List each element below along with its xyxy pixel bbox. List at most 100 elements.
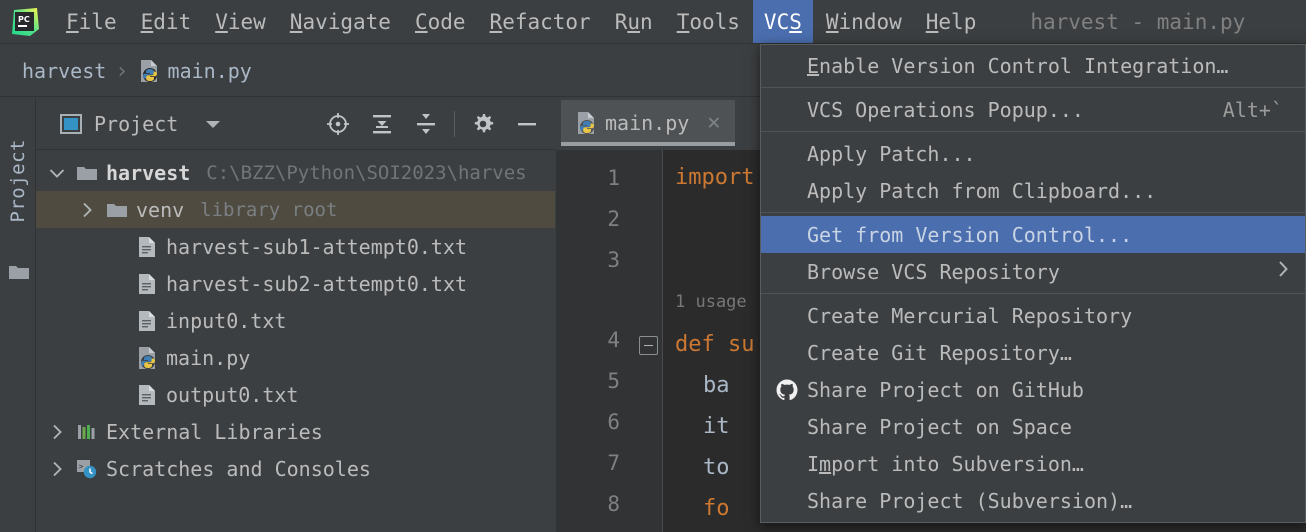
- breadcrumb-project[interactable]: harvest: [22, 59, 106, 83]
- menu-item-label: VCS Operations Popup...: [807, 97, 1084, 122]
- pycharm-logo-icon: PC: [10, 7, 40, 37]
- menu-tools[interactable]: Tools: [666, 5, 751, 39]
- toolwindow-strip: Project: [0, 98, 36, 532]
- line-number: 6: [607, 410, 620, 434]
- menu-window[interactable]: Window: [815, 5, 913, 39]
- tree-row-file[interactable]: harvest-sub2-attempt0.txt: [36, 265, 555, 302]
- project-panel: Project harvest C:\BZZ\Python\SOI2023\ha…: [36, 98, 555, 532]
- menu-code[interactable]: Code: [404, 5, 477, 39]
- menu-item-label: Share Project on GitHub: [807, 377, 1084, 402]
- menu-item-get-from-version-control[interactable]: Get from Version Control...: [761, 216, 1305, 253]
- code-fold-toggle[interactable]: [639, 336, 658, 355]
- tree-label: harvest: [106, 160, 191, 185]
- tree-label: input0.txt: [166, 308, 287, 333]
- menu-item-share-project-on-space[interactable]: Share Project on Space: [761, 408, 1305, 445]
- menu-help[interactable]: Help: [915, 5, 988, 39]
- chevron-down-icon[interactable]: [42, 168, 72, 178]
- tree-row-venv[interactable]: venv library root: [36, 191, 555, 228]
- tree-row-file[interactable]: harvest-sub1-attempt0.txt: [36, 228, 555, 265]
- code-line: fo: [703, 496, 730, 521]
- usage-hint: 1 usage: [675, 292, 747, 312]
- code-line: ba: [703, 373, 730, 398]
- menu-item-vcs-operations-popup[interactable]: VCS Operations Popup... Alt+`: [761, 91, 1305, 128]
- line-number: 8: [607, 492, 620, 516]
- scratches-icon: >: [72, 458, 102, 480]
- text-file-icon: [132, 310, 162, 332]
- text-file-icon: [132, 384, 162, 406]
- line-number: 5: [607, 369, 620, 393]
- menu-item-apply-patch[interactable]: Apply Patch...: [761, 135, 1305, 172]
- menu-vcs[interactable]: VCS: [752, 0, 813, 44]
- menu-separator: [761, 212, 1305, 213]
- menu-item-label: Create Git Repository…: [807, 340, 1072, 365]
- menu-item-create-mercurial-repository[interactable]: Create Mercurial Repository: [761, 297, 1305, 334]
- menu-separator: [761, 87, 1305, 88]
- menu-item-browse-vcs-repository[interactable]: Browse VCS Repository: [761, 253, 1305, 290]
- menu-item-label: Create Mercurial Repository: [807, 303, 1133, 328]
- chevron-right-icon[interactable]: [42, 461, 72, 477]
- tree-row-file[interactable]: output0.txt: [36, 376, 555, 413]
- folder-icon[interactable]: [8, 263, 30, 285]
- chevron-right-icon[interactable]: [72, 202, 102, 218]
- toolwindow-tab-project[interactable]: Project: [0, 106, 36, 256]
- text-file-icon: [132, 236, 162, 258]
- menu-item-apply-patch-from-clipboard[interactable]: Apply Patch from Clipboard...: [761, 172, 1305, 209]
- python-file-icon: [575, 111, 597, 135]
- menu-item-label: Apply Patch from Clipboard...: [807, 178, 1157, 203]
- project-panel-header: Project: [36, 98, 555, 150]
- code-line: import: [675, 165, 755, 190]
- close-icon[interactable]: ✕: [707, 112, 720, 134]
- github-icon: [775, 378, 799, 402]
- tree-detail: C:\BZZ\Python\SOI2023\harves: [206, 161, 527, 184]
- menu-run[interactable]: Run: [604, 5, 664, 39]
- project-tree: harvest C:\BZZ\Python\SOI2023\harves ven…: [36, 150, 555, 487]
- menu-item-label: Apply Patch...: [807, 141, 976, 166]
- text-file-icon: [132, 273, 162, 295]
- tree-label: output0.txt: [166, 382, 299, 407]
- tree-label: venv: [136, 197, 185, 222]
- menu-refactor[interactable]: Refactor: [479, 5, 602, 39]
- tree-row-scratches[interactable]: > Scratches and Consoles: [36, 450, 555, 487]
- menu-item-label: Share Project on Space: [807, 414, 1072, 439]
- menu-item-enable-version-control[interactable]: Enable Version Control Integration…: [761, 47, 1305, 84]
- menu-separator: [761, 131, 1305, 132]
- python-file-icon: [132, 346, 162, 370]
- code-line: def su: [675, 332, 755, 357]
- menu-item-share-project-on-github[interactable]: Share Project on GitHub: [761, 371, 1305, 408]
- breadcrumb-separator: ›: [115, 58, 129, 84]
- chevron-right-icon[interactable]: [42, 424, 72, 440]
- menu-file[interactable]: File: [55, 5, 128, 39]
- menu-item-label: Share Project (Subversion)…: [807, 488, 1133, 513]
- gear-icon[interactable]: [466, 107, 500, 141]
- project-panel-toolbar: [316, 107, 555, 141]
- tree-row-file[interactable]: input0.txt: [36, 302, 555, 339]
- tree-label: Scratches and Consoles: [106, 456, 371, 481]
- breadcrumb-file[interactable]: main.py: [168, 59, 252, 83]
- tree-label: main.py: [166, 345, 251, 370]
- window-title: harvest - main.py: [1030, 10, 1246, 34]
- menu-item-import-into-subversion[interactable]: Import into Subversion…: [761, 445, 1305, 482]
- expand-all-icon[interactable]: [365, 107, 399, 141]
- folder-icon: [102, 201, 132, 219]
- project-panel-title: Project: [94, 112, 179, 136]
- menu-edit[interactable]: Edit: [130, 5, 203, 39]
- chevron-down-icon[interactable]: [204, 115, 222, 134]
- tree-row-external-libraries[interactable]: External Libraries: [36, 413, 555, 450]
- menu-item-create-git-repository[interactable]: Create Git Repository…: [761, 334, 1305, 371]
- line-number: 4: [607, 328, 620, 352]
- menu-item-shortcut: Alt+`: [1222, 97, 1283, 122]
- libraries-icon: [72, 422, 102, 442]
- menu-navigate[interactable]: Navigate: [279, 5, 402, 39]
- minimize-icon[interactable]: [510, 107, 544, 141]
- tree-row-file[interactable]: main.py: [36, 339, 555, 376]
- tree-row-harvest[interactable]: harvest C:\BZZ\Python\SOI2023\harves: [36, 154, 555, 191]
- menu-item-label: Get from Version Control...: [807, 222, 1133, 247]
- folder-icon: [72, 164, 102, 182]
- menu-item-label: Browse VCS Repository: [807, 259, 1060, 284]
- menu-view[interactable]: View: [204, 5, 277, 39]
- menu-item-share-project-subversion[interactable]: Share Project (Subversion)…: [761, 482, 1305, 519]
- svg-text:>: >: [79, 462, 84, 471]
- locate-icon[interactable]: [321, 107, 355, 141]
- editor-tab-main-py[interactable]: main.py ✕: [561, 100, 735, 146]
- collapse-all-icon[interactable]: [409, 107, 443, 141]
